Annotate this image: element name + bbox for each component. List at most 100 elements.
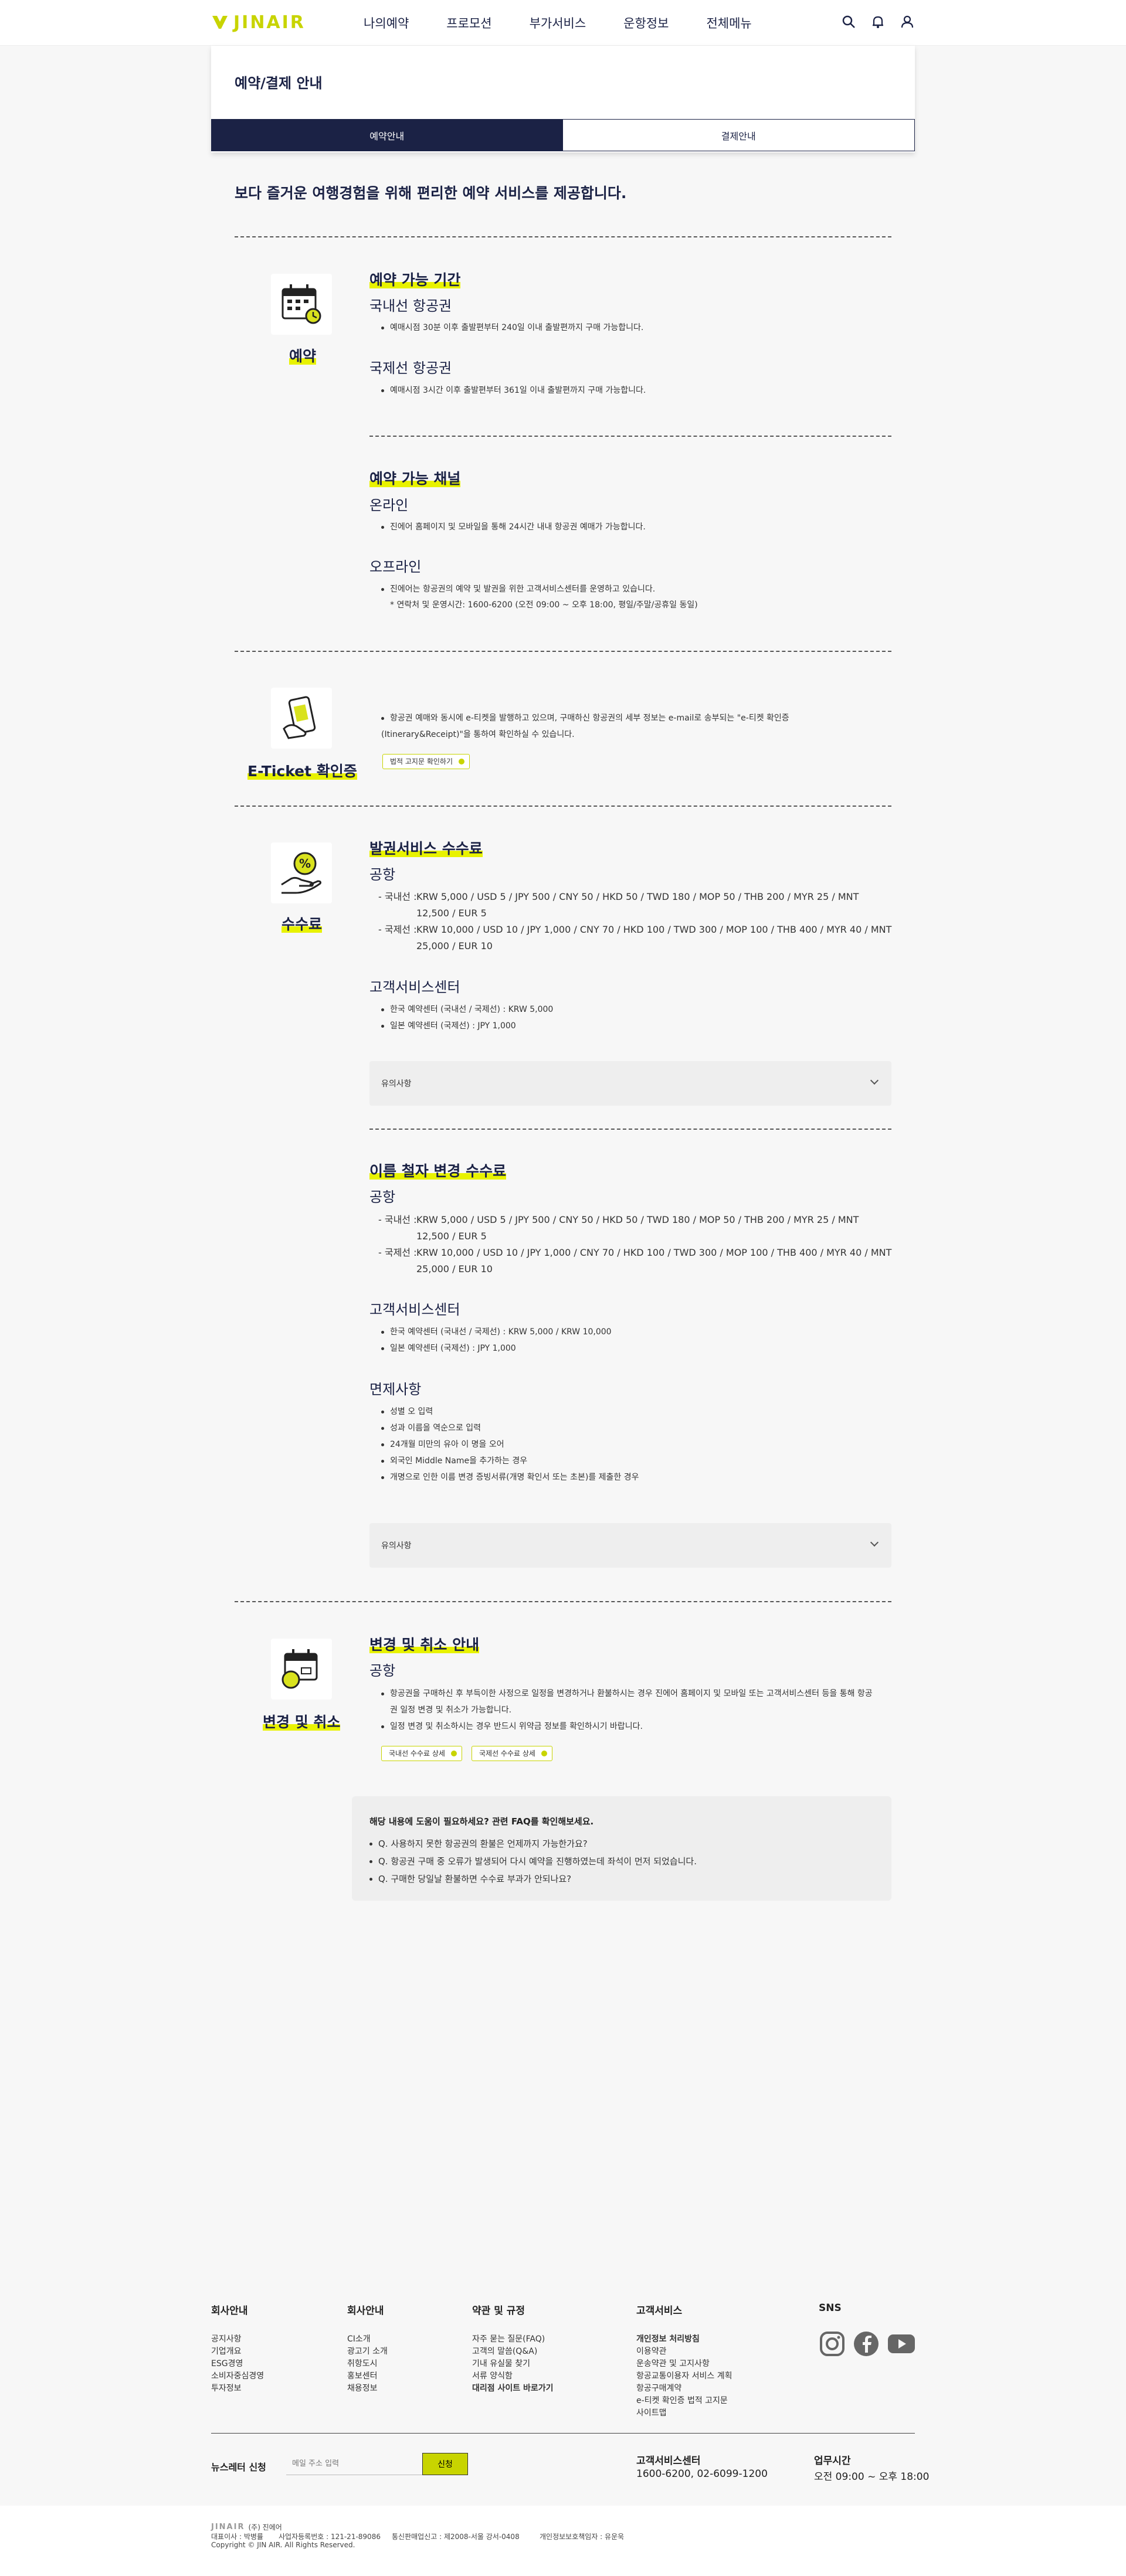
footer-link[interactable]: 사이트맵 — [636, 2407, 732, 2419]
name-intl-line-1: KRW 10,000 / USD 10 / JPY 1,000 / CNY 70… — [416, 1247, 892, 1258]
search-icon[interactable] — [841, 14, 856, 29]
footer-link[interactable]: e-티켓 확인증 법적 고지문 — [636, 2395, 732, 2407]
faq-box: 해당 내용에 도움이 필요하세요? 관련 FAQ를 확인해보세요. Q. 사용하… — [352, 1796, 891, 1901]
fee-intl-line-2: 25,000 / EUR 10 — [416, 940, 493, 951]
section-label-fee: 수수료 — [282, 916, 323, 933]
business-hours-value: 오전 09:00 ~ 오후 18:00 — [814, 2471, 930, 2483]
divider — [235, 1601, 891, 1602]
exempt-item: 24개월 미만의 유아 이 명을 오어 — [381, 1436, 504, 1453]
faq-item[interactable]: Q. 사용하지 못한 항공권의 환불은 언제까지 가능한가요? — [369, 1837, 588, 1850]
faq-item[interactable]: Q. 항공권 구매 중 오류가 발생되어 다시 예약을 진행하였는데 좌석이 먼… — [369, 1855, 697, 1867]
business-hours-title: 업무시간 — [814, 2455, 851, 2467]
footer-link[interactable]: 고객의 말씀(Q&A) — [472, 2346, 554, 2358]
footer-link[interactable]: 개인정보 처리방침 — [636, 2333, 732, 2346]
section-label-reservation: 예약 — [289, 348, 317, 365]
section-label-change: 변경 및 취소 — [263, 1714, 341, 1731]
fee-center-title: 고객서비스센터 — [369, 979, 460, 995]
faq-title: 해당 내용에 도움이 필요하세요? 관련 FAQ를 확인해보세요. — [369, 1816, 594, 1827]
user-icon[interactable] — [900, 14, 915, 29]
footer-link[interactable]: 공지사항 — [211, 2333, 264, 2346]
ticketing-fee-title: 발권서비스 수수료 — [369, 840, 483, 857]
footer-link[interactable]: 자주 묻는 질문(FAQ) — [472, 2333, 554, 2346]
footer-link[interactable]: 투자정보 — [211, 2383, 264, 2395]
nav-flight-info[interactable]: 운항정보 — [623, 14, 669, 32]
online-title: 온라인 — [369, 497, 409, 514]
nav-promotion[interactable]: 프로모션 — [446, 14, 491, 32]
name-domestic-line-2: 12,500 / EUR 5 — [416, 1231, 487, 1242]
fee-domestic-line-1: KRW 5,000 / USD 5 / JPY 500 / CNY 50 / H… — [416, 891, 859, 902]
footer-link[interactable]: 취항도시 — [347, 2358, 388, 2370]
footer-link[interactable]: 운송약관 및 고지사항 — [636, 2358, 732, 2370]
fee-notice-accordion[interactable]: 유의사항 — [369, 1061, 891, 1106]
tab-payment-guide[interactable]: 결제안내 — [562, 119, 915, 151]
intl-fee-detail-button[interactable]: 국제선 수수료 상세 — [472, 1746, 552, 1761]
footer-col-terms: 약관 및 규정 자주 묻는 질문(FAQ) 고객의 말씀(Q&A) 기내 유실물… — [472, 2302, 554, 2395]
nav-my-reservation[interactable]: 나의예약 — [364, 14, 409, 32]
domestic-text: 예매시점 30분 이후 출발편부터 240일 이내 출발편까지 구매 가능합니다… — [381, 320, 643, 336]
nav-additional-services[interactable]: 부가서비스 — [530, 14, 586, 32]
tab-reservation-guide[interactable]: 예약안내 — [211, 119, 563, 151]
change-airport-title: 공항 — [369, 1663, 396, 1679]
name-center-jp: 일본 예약센터 (국제선) : JPY 1,000 — [381, 1340, 516, 1357]
footer-link[interactable]: 대리점 사이트 바로가기 — [472, 2383, 554, 2395]
exempt-item: 성별 오 입력 — [381, 1403, 433, 1420]
name-intl-line-2: 25,000 / EUR 10 — [416, 1263, 493, 1275]
footer: 회사안내 공지사항 기업개요 ESG경영 소비자중심경영 투자정보 회사안내 C… — [0, 2286, 1126, 2576]
change-text-1: 항공권을 구매하신 후 부득이한 사정으로 일정을 변경하거나 환불하시는 경우… — [381, 1685, 873, 1702]
footer-col-title: 고객서비스 — [636, 2305, 683, 2317]
change-title: 변경 및 취소 안내 — [369, 1636, 480, 1653]
instagram-icon[interactable] — [819, 2330, 846, 2357]
footer-link[interactable]: 이용약관 — [636, 2346, 732, 2358]
fee-hand-icon: % — [271, 842, 332, 903]
domestic-fee-detail-button[interactable]: 국내선 수수료 상세 — [381, 1746, 462, 1761]
footer-col-title: 약관 및 규정 — [472, 2305, 525, 2317]
offline-text: 진에어는 항공권의 예약 및 발권을 위한 고객서비스센터를 운영하고 있습니다… — [381, 581, 655, 597]
accordion-label: 유의사항 — [381, 1541, 412, 1551]
footer-link[interactable]: 서류 양식함 — [472, 2370, 554, 2383]
footer-link[interactable]: 기업개요 — [211, 2346, 264, 2358]
newsletter-submit-button[interactable]: 신청 — [422, 2453, 468, 2475]
chevron-down-icon — [870, 1538, 879, 1547]
footer-bottom: JINAIR (주) 진에어 대표이사 : 박병률 사업자등록번호 : 121-… — [0, 2506, 1126, 2576]
nav-all-menu[interactable]: 전체메뉴 — [706, 14, 751, 32]
footer-col-title: 회사안내 — [347, 2305, 384, 2317]
name-domestic-line-1: KRW 5,000 / USD 5 / JPY 500 / CNY 50 / H… — [416, 1214, 859, 1225]
faq-item[interactable]: Q. 구매한 당일날 환불하면 수수료 부과가 안되나요? — [369, 1872, 571, 1885]
footer-link[interactable]: ESG경영 — [211, 2358, 264, 2370]
footer-link[interactable]: 소비자중심경영 — [211, 2370, 264, 2383]
global-nav: 나의예약 프로모션 부가서비스 운항정보 전체메뉴 — [364, 14, 789, 32]
footer-col-customer: 고객서비스 개인정보 처리방침 이용약관 운송약관 및 고지사항 항공교통이용자… — [636, 2302, 732, 2419]
intl-title: 국제선 항공권 — [369, 360, 452, 376]
top-header: JINAIR 나의예약 프로모션 부가서비스 운항정보 전체메뉴 — [0, 0, 1126, 46]
name-fee-title: 이름 철자 변경 수수료 — [369, 1163, 507, 1180]
cs-center-phone: 1600-6200, 02-6099-1200 — [636, 2468, 768, 2480]
newsletter-email-input[interactable] — [286, 2453, 422, 2475]
footer-link[interactable]: 홍보센터 — [347, 2370, 388, 2383]
footer-link[interactable]: 채용정보 — [347, 2383, 388, 2395]
section-label-eticket: E-Ticket 확인증 — [247, 763, 357, 780]
youtube-icon[interactable] — [887, 2332, 916, 2356]
fee-domestic-line-2: 12,500 / EUR 5 — [416, 908, 487, 919]
bell-icon[interactable] — [870, 14, 886, 29]
facebook-icon[interactable] — [853, 2330, 880, 2357]
logo[interactable]: JINAIR — [211, 12, 306, 33]
divider — [235, 236, 891, 237]
footer-link[interactable]: 항공교통이용자 서비스 계획 — [636, 2370, 732, 2383]
page-title: 예약/결제 안내 — [235, 75, 323, 91]
footer-link[interactable]: 광고기 소개 — [347, 2346, 388, 2358]
divider — [369, 1129, 891, 1130]
footer-link[interactable]: 항공구매계약 — [636, 2383, 732, 2395]
logo-text: JINAIR — [233, 12, 306, 33]
intro-text: 보다 즐거운 여행경험을 위해 편리한 예약 서비스를 제공합니다. — [235, 185, 627, 202]
footer-link[interactable]: CI소개 — [347, 2333, 388, 2346]
footer-col-sns: SNS — [819, 2302, 916, 2357]
footer-col-title: 회사안내 — [211, 2305, 248, 2317]
legal-notice-button[interactable]: 법적 고지문 확인하기 — [382, 754, 470, 769]
eticket-text-2: (Itinerary&Receipt)"을 통하여 확인하실 수 있습니다. — [381, 730, 575, 739]
exempt-title: 면제사항 — [369, 1381, 422, 1398]
svg-text:%: % — [299, 857, 311, 871]
footer-link[interactable]: 기내 유실물 찾기 — [472, 2358, 554, 2370]
name-notice-accordion[interactable]: 유의사항 — [369, 1523, 891, 1568]
footer-divider — [211, 2433, 915, 2434]
footer-col-company: 회사안내 공지사항 기업개요 ESG경영 소비자중심경영 투자정보 — [211, 2302, 264, 2395]
